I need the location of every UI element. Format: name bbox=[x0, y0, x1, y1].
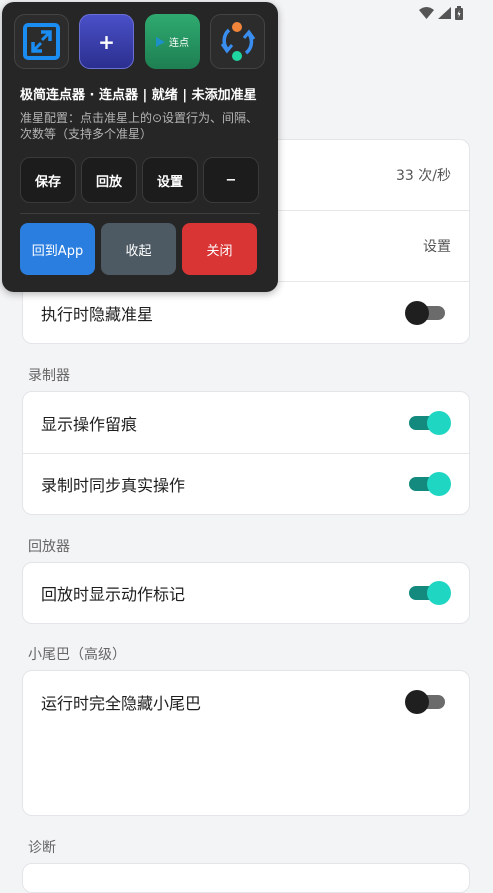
show-action-marks-toggle[interactable] bbox=[409, 581, 451, 605]
sync-icon bbox=[220, 22, 256, 61]
hide-tail-label: 运行时完全隐藏小尾巴 bbox=[41, 693, 202, 713]
toggle-knob bbox=[405, 300, 429, 325]
toggle-knob bbox=[427, 581, 451, 605]
panel-title: 极简连点器 · 连点器 | 就绪 | 未添加准星 bbox=[20, 88, 257, 103]
remove-point-button[interactable]: − bbox=[203, 157, 259, 203]
toggle-knob bbox=[427, 472, 451, 496]
back-to-app-button[interactable]: 回到App bbox=[20, 223, 95, 275]
add-point-button[interactable]: + bbox=[79, 14, 134, 69]
hide-crosshair-toggle[interactable] bbox=[405, 300, 445, 325]
panel-description: 准星配置：点击准星上的⊙设置行为、间隔、次数等（支持多个准星） bbox=[20, 111, 259, 141]
recorder-section-title: 录制器 bbox=[28, 368, 70, 384]
click-speed-value: 33 次/秒 bbox=[396, 168, 451, 184]
clicker-button[interactable]: 连点 bbox=[145, 14, 200, 69]
diagnostics-card bbox=[22, 863, 470, 893]
tail-section-title: 小尾巴（高级） bbox=[28, 647, 126, 663]
player-section-title: 回放器 bbox=[28, 539, 70, 555]
wifi-icon bbox=[419, 7, 434, 19]
close-button[interactable]: 关闭 bbox=[182, 223, 257, 275]
status-icons bbox=[419, 6, 463, 20]
panel-divider bbox=[20, 213, 260, 214]
collapse-button[interactable]: 收起 bbox=[101, 223, 176, 275]
player-card: 回放时显示动作标记 bbox=[22, 562, 470, 624]
crop-frame-icon bbox=[23, 23, 60, 60]
toggle-knob bbox=[405, 689, 429, 714]
play-clicker-icon bbox=[156, 36, 165, 47]
crop-frame-button[interactable] bbox=[14, 14, 69, 69]
sync-button[interactable] bbox=[210, 14, 265, 69]
hide-tail-toggle[interactable] bbox=[405, 689, 445, 714]
hide-crosshair-label: 执行时隐藏准星 bbox=[41, 304, 154, 324]
recorder-card: 显示操作留痕 录制时同步真实操作 bbox=[22, 391, 470, 515]
crosshair-settings-value: 设置 bbox=[423, 239, 451, 255]
hide-tail-row: 运行时完全隐藏小尾巴 bbox=[23, 671, 469, 732]
sync-real-ops-toggle[interactable] bbox=[409, 472, 451, 496]
battery-icon bbox=[455, 6, 463, 20]
show-trace-row: 显示操作留痕 bbox=[23, 392, 469, 453]
show-trace-toggle[interactable] bbox=[409, 410, 451, 435]
replay-button[interactable]: 回放 bbox=[81, 157, 137, 203]
show-action-marks-label: 回放时显示动作标记 bbox=[41, 585, 186, 604]
show-trace-label: 显示操作留痕 bbox=[41, 414, 138, 434]
tail-card: 运行时完全隐藏小尾巴 bbox=[22, 670, 470, 816]
diagnostics-section-title: 诊断 bbox=[28, 840, 56, 856]
settings-button[interactable]: 设置 bbox=[142, 157, 198, 203]
clicker-label: 连点 bbox=[169, 38, 189, 49]
floating-control-panel: + 连点 极简连点器 · 连点器 | 就绪 | 未添加准星 准星配置：点击准星上… bbox=[2, 2, 278, 292]
sync-real-ops-label: 录制时同步真实操作 bbox=[41, 476, 186, 495]
add-point-icon: + bbox=[98, 29, 115, 54]
save-button[interactable]: 保存 bbox=[20, 157, 76, 203]
toggle-knob bbox=[427, 410, 451, 435]
signal-icon bbox=[438, 7, 451, 19]
sync-real-ops-row: 录制时同步真实操作 bbox=[23, 453, 469, 514]
show-action-marks-row: 回放时显示动作标记 bbox=[23, 563, 469, 623]
